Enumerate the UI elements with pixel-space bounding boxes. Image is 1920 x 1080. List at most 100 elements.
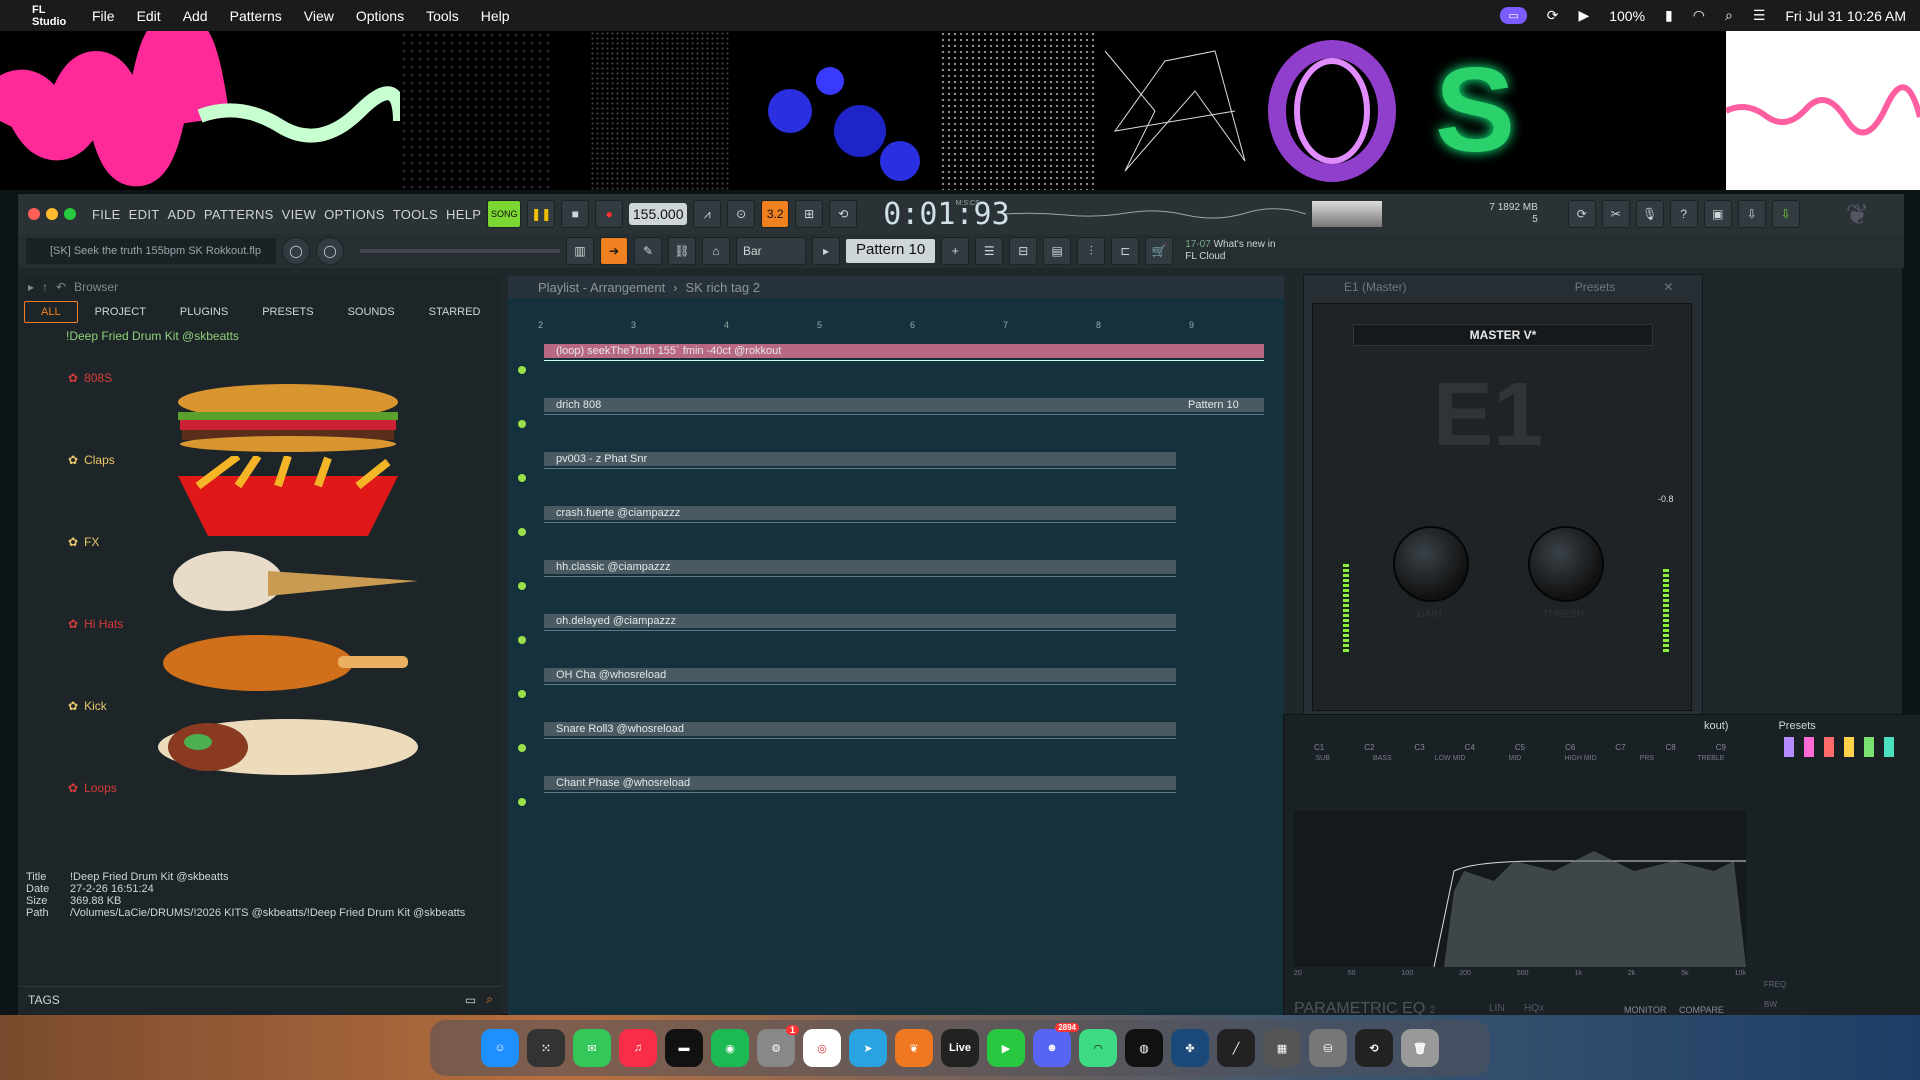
pencil-tool-icon[interactable]: ✎ <box>634 237 662 265</box>
browser-root-folder[interactable]: !Deep Fried Drum Kit @skbeatts <box>18 326 501 346</box>
pause-button[interactable]: ❚❚ <box>527 200 556 228</box>
music-icon[interactable]: ♫ <box>619 1029 657 1067</box>
snap-select[interactable]: Bar <box>736 237 806 265</box>
facetime-icon[interactable]: ▶ <box>987 1029 1025 1067</box>
playlist-clip[interactable]: hh.classic @ciampazzz <box>544 560 1176 574</box>
hq-button[interactable]: HQx <box>1524 1003 1544 1014</box>
add-pattern-button[interactable]: + <box>941 237 970 265</box>
eq-band-label[interactable]: C5 <box>1515 743 1525 752</box>
fl-menu-tools[interactable]: TOOLS <box>393 207 438 222</box>
track-enable-led[interactable] <box>518 528 526 536</box>
tab-project[interactable]: PROJECT <box>78 301 163 323</box>
search-icon[interactable]: ⌕ <box>486 992 493 1007</box>
track-enable-led[interactable] <box>518 366 526 374</box>
stop-button[interactable]: ■ <box>561 200 590 228</box>
sync-icon[interactable]: ⟳ <box>1547 7 1559 24</box>
song-position-display[interactable]: 0:01:93 <box>883 197 1009 232</box>
gain-knob[interactable] <box>1393 526 1469 602</box>
track-enable-led[interactable] <box>518 690 526 698</box>
piano-roll-icon[interactable]: ▥ <box>566 237 594 265</box>
menu-file[interactable]: File <box>92 8 115 24</box>
playlist-crumb[interactable]: SK rich tag 2 <box>686 280 760 295</box>
screen-share-icon[interactable]: ▭ <box>1500 7 1527 24</box>
tab-presets[interactable]: PRESETS <box>245 301 330 323</box>
e1-preset-selector[interactable]: MASTER V* <box>1353 324 1653 346</box>
menu-options[interactable]: Options <box>356 8 404 24</box>
track-enable-led[interactable] <box>518 798 526 806</box>
system-settings-icon[interactable]: ⚙ 1 <box>757 1025 799 1067</box>
compare-button[interactable]: COMPARE <box>1679 1005 1724 1015</box>
fl-menu-view[interactable]: VIEW <box>282 207 316 222</box>
cut-tool-icon[interactable]: ✂ <box>1601 200 1630 228</box>
folder-808s[interactable]: ✿ 808S <box>68 371 112 385</box>
android-icon[interactable]: ◠ <box>1079 1029 1117 1067</box>
playlist-clip[interactable]: crash.fuerte @ciampazzz <box>544 506 1176 520</box>
clock[interactable]: Fri Jul 31 10:26 AM <box>1785 8 1906 24</box>
folder-hi-hats[interactable]: ✿ Hi Hats <box>68 617 123 631</box>
link-icon[interactable]: ⛓ <box>668 237 696 265</box>
band-fader-1[interactable] <box>1784 737 1794 757</box>
fl-menu-patterns[interactable]: PATTERNS <box>204 207 274 222</box>
folder-fx[interactable]: ✿ FX <box>68 535 99 549</box>
menu-patterns[interactable]: Patterns <box>230 8 282 24</box>
eq-band-label[interactable]: C6 <box>1565 743 1575 752</box>
news-panel[interactable]: 17-07 What's new in FL Cloud <box>1185 239 1305 263</box>
browser-menu-icon[interactable]: ▸ <box>28 280 34 294</box>
export-icon[interactable]: ⇩ <box>1737 200 1766 228</box>
save-icon[interactable]: ▣ <box>1703 200 1732 228</box>
arrow-tool-icon[interactable]: ➔ <box>600 237 628 265</box>
countdown-icon[interactable]: 3.2 <box>761 200 790 228</box>
folder-icon[interactable]: ▭ <box>465 993 476 1007</box>
close-window-button[interactable] <box>28 208 40 220</box>
browser-icon[interactable]: ⊏ <box>1111 237 1140 265</box>
fl-menu-edit[interactable]: EDIT <box>129 207 160 222</box>
band-fader-4[interactable] <box>1844 737 1854 757</box>
eq-band-label[interactable]: C3 <box>1414 743 1424 752</box>
launchpad-icon[interactable]: ⁙ <box>527 1029 565 1067</box>
playlist-clip[interactable]: drich 808 <box>544 398 1264 412</box>
wait-record-icon[interactable]: ⊙ <box>727 200 756 228</box>
main-volume-knob[interactable]: ◯ <box>282 237 310 265</box>
e1-presets[interactable]: Presets <box>1575 280 1616 294</box>
disk-utility-icon[interactable]: ⛁ <box>1309 1029 1347 1067</box>
channel-rack-icon[interactable]: ▤ <box>1043 237 1072 265</box>
activity-icon[interactable]: ◍ <box>1125 1029 1163 1067</box>
undo-history-icon[interactable]: ⟳ <box>1567 200 1596 228</box>
eq-band-label[interactable]: C8 <box>1666 743 1676 752</box>
battery-icon[interactable]: ▮ <box>1665 7 1673 24</box>
playlist-clip[interactable]: Snare Roll3 @whosreload <box>544 722 1176 736</box>
tab-starred[interactable]: STARRED <box>412 301 498 323</box>
pattern-clip[interactable]: Pattern 10 <box>1176 398 1264 412</box>
folder-kick[interactable]: ✿ Kick <box>68 699 107 713</box>
pattern-selector[interactable]: Pattern 10 <box>846 239 936 263</box>
chrome-icon[interactable]: ◎ <box>803 1029 841 1067</box>
menu-tools[interactable]: Tools <box>426 8 459 24</box>
playlist-clip[interactable]: (loop) seekTheTruth 155` fmin -40ct @rok… <box>544 344 1264 358</box>
app-name[interactable]: FL Studio <box>32 0 70 35</box>
menu-edit[interactable]: Edit <box>137 8 161 24</box>
spotify-icon[interactable]: ◉ <box>711 1029 749 1067</box>
fl-menu-file[interactable]: FILE <box>92 207 121 222</box>
main-pitch-knob[interactable]: ◯ <box>316 237 344 265</box>
pattern-prev-icon[interactable]: ▸ <box>812 237 840 265</box>
pen-app-icon[interactable]: ╱ <box>1217 1029 1255 1067</box>
fl-menu-options[interactable]: OPTIONS <box>324 207 385 222</box>
track-enable-led[interactable] <box>518 744 526 752</box>
band-fader-6[interactable] <box>1884 737 1894 757</box>
band-fader-3[interactable] <box>1824 737 1834 757</box>
tempo-display[interactable]: 155.000 <box>629 203 688 225</box>
track-enable-led[interactable] <box>518 582 526 590</box>
playlist-clip[interactable]: OH Cha @whosreload <box>544 668 1176 682</box>
telegram-icon[interactable]: ➤ <box>849 1029 887 1067</box>
browser-back-icon[interactable]: ↶ <box>56 280 66 294</box>
track-enable-led[interactable] <box>518 636 526 644</box>
playlist-clip[interactable]: Chant Phase @whosreload <box>544 776 1176 790</box>
fl-studio-dock-icon[interactable]: ❦ <box>895 1029 933 1067</box>
cpu-ram-monitor[interactable]: 7 1892 MB 5 <box>1398 202 1537 226</box>
band-fader-2[interactable] <box>1804 737 1814 757</box>
browser-up-icon[interactable]: ↑ <box>42 280 48 294</box>
fl-menu-add[interactable]: ADD <box>167 207 195 222</box>
mic-icon[interactable]: 🎙 <box>1635 200 1664 228</box>
folder-claps[interactable]: ✿ Claps <box>68 453 115 467</box>
eq-band-label[interactable]: C7 <box>1615 743 1625 752</box>
